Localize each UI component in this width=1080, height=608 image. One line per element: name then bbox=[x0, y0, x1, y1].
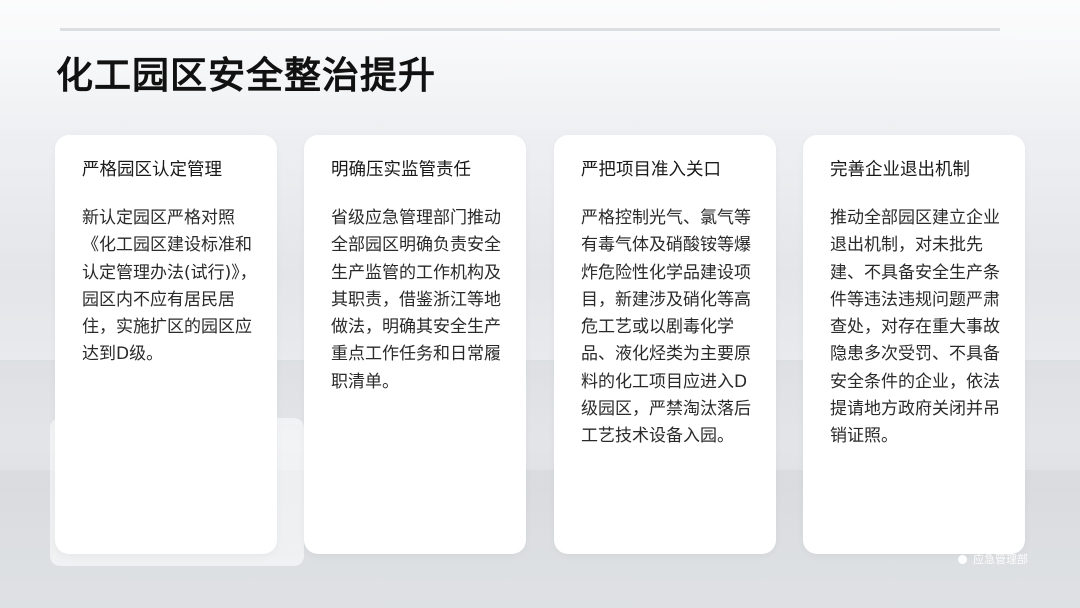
card-body: 省级应急管理部门推动全部园区明确负责安全生产监管的工作机构及其职责，借鉴浙江等地… bbox=[331, 208, 501, 392]
card-heading: 明确压实监管责任 bbox=[331, 160, 471, 180]
card-park-certification: 严格园区认定管理 新认定园区严格对照《化工园区建设标准和认定管理办法(试行)》，… bbox=[55, 135, 277, 554]
watermark-logo-icon bbox=[958, 554, 967, 564]
card-body: 严格控制光气、氯气等有毒气体及硝酸铵等爆炸危险性化学品建设项目，新建涉及硝化等高… bbox=[581, 208, 751, 447]
card-heading: 严格园区认定管理 bbox=[82, 160, 222, 180]
card-project-access: 严把项目准入关口 严格控制光气、氯气等有毒气体及硝酸铵等爆炸危险性化学品建设项目… bbox=[554, 135, 776, 554]
background-ceiling-light bbox=[60, 28, 1000, 31]
card-heading: 完善企业退出机制 bbox=[830, 160, 970, 180]
watermark-text: 应急管理部 bbox=[973, 553, 1028, 566]
slide-title: 化工园区安全整治提升 bbox=[56, 54, 436, 97]
card-heading: 严把项目准入关口 bbox=[581, 160, 721, 180]
card-supervision-responsibility: 明确压实监管责任 省级应急管理部门推动全部园区明确负责安全生产监管的工作机构及其… bbox=[304, 135, 526, 554]
card-body: 新认定园区严格对照《化工园区建设标准和认定管理办法(试行)》，园区内不应有居民居… bbox=[82, 208, 257, 365]
card-body: 推动全部园区建立企业退出机制，对未批先建、不具备安全生产条件等违法违规问题严肃查… bbox=[830, 208, 1000, 447]
card-enterprise-exit: 完善企业退出机制 推动全部园区建立企业退出机制，对未批先建、不具备安全生产条件等… bbox=[803, 135, 1025, 554]
watermark: 应急管理部 bbox=[958, 551, 1028, 567]
